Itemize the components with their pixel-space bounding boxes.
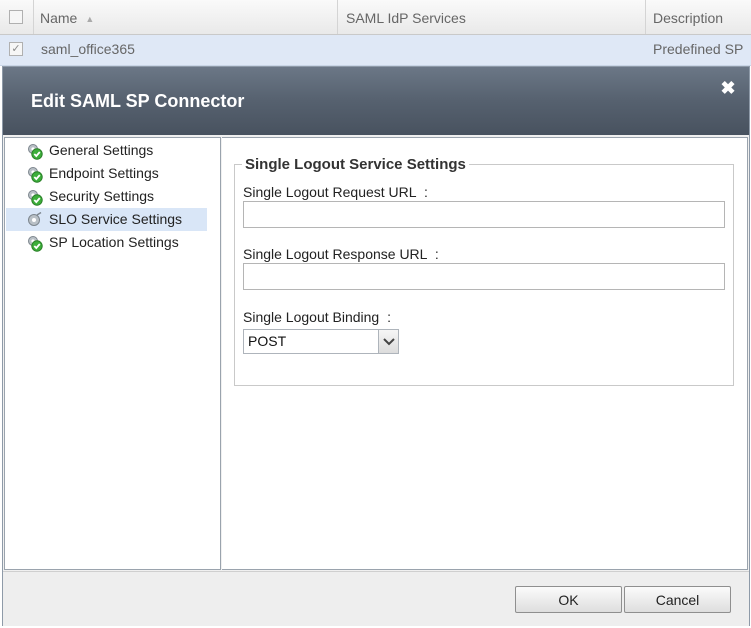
column-header-description-label: Description xyxy=(653,10,724,26)
nav-item-label: SP Location Settings xyxy=(49,234,179,250)
nav-item-label: General Settings xyxy=(49,142,154,158)
slo-settings-panel: Single Logout Service Settings Single Lo… xyxy=(222,137,748,570)
cancel-button[interactable]: Cancel xyxy=(624,586,731,613)
binding-label: Single Logout Binding : xyxy=(243,309,391,325)
dialog-header: Edit SAML SP Connector ✖ xyxy=(3,67,749,135)
dialog-title: Edit SAML SP Connector xyxy=(31,91,245,111)
check-gear-icon xyxy=(28,190,43,206)
select-all-cell xyxy=(0,0,34,34)
column-header-name[interactable]: Name ▲ xyxy=(34,0,338,34)
edit-saml-sp-connector-dialog: Edit SAML SP Connector ✖ General Setting… xyxy=(2,66,750,626)
ok-button[interactable]: OK xyxy=(515,586,622,613)
check-gear-icon xyxy=(28,167,43,183)
binding-select-value: POST xyxy=(248,333,287,349)
label-colon: : xyxy=(387,309,392,325)
binding-label-text: Single Logout Binding xyxy=(243,309,380,325)
response-url-label: Single Logout Response URL : xyxy=(243,246,439,262)
nav-item-slo-service-settings[interactable]: SLO Service Settings xyxy=(6,208,207,231)
nav-item-security-settings[interactable]: Security Settings xyxy=(6,185,207,208)
response-url-input[interactable] xyxy=(243,263,725,290)
gear-icon xyxy=(28,212,42,226)
chevron-down-icon[interactable] xyxy=(378,330,398,353)
sort-asc-icon: ▲ xyxy=(85,14,95,25)
check-gear-icon xyxy=(28,236,43,252)
request-url-input[interactable] xyxy=(243,201,725,228)
table-row[interactable]: ✓ saml_office365 Predefined SP xyxy=(0,35,751,66)
binding-select[interactable]: POST xyxy=(243,329,399,354)
settings-nav: General Settings Endpoint Settings Secur… xyxy=(4,137,221,570)
request-url-label: Single Logout Request URL : xyxy=(243,184,428,200)
nav-item-label: SLO Service Settings xyxy=(49,211,183,227)
row-checkbox[interactable]: ✓ xyxy=(9,42,23,56)
nav-item-sp-location-settings[interactable]: SP Location Settings xyxy=(6,231,207,254)
response-url-label-text: Single Logout Response URL xyxy=(243,246,427,262)
column-header-idp-services[interactable]: SAML IdP Services xyxy=(338,0,646,34)
row-name: saml_office365 xyxy=(41,41,135,57)
label-colon: : xyxy=(423,184,428,200)
request-url-label-text: Single Logout Request URL xyxy=(243,184,417,200)
nav-item-general-settings[interactable]: General Settings xyxy=(6,139,207,162)
column-header-idp-services-label: SAML IdP Services xyxy=(346,10,466,26)
select-all-checkbox[interactable] xyxy=(9,10,23,24)
check-gear-icon xyxy=(28,144,43,160)
close-icon[interactable]: ✖ xyxy=(720,79,736,97)
slo-fieldset: Single Logout Service Settings Single Lo… xyxy=(234,156,734,386)
nav-item-label: Endpoint Settings xyxy=(49,165,159,181)
label-colon: : xyxy=(434,246,439,262)
nav-item-label: Security Settings xyxy=(49,188,155,204)
column-header-description[interactable]: Description xyxy=(646,0,751,34)
dialog-footer: OK Cancel xyxy=(3,571,749,626)
fieldset-legend: Single Logout Service Settings xyxy=(242,156,469,173)
column-header-name-label: Name xyxy=(40,10,78,26)
row-description: Predefined SP xyxy=(653,41,744,57)
grid-header: Name ▲ SAML IdP Services Description xyxy=(0,0,751,35)
nav-item-endpoint-settings[interactable]: Endpoint Settings xyxy=(6,162,207,185)
